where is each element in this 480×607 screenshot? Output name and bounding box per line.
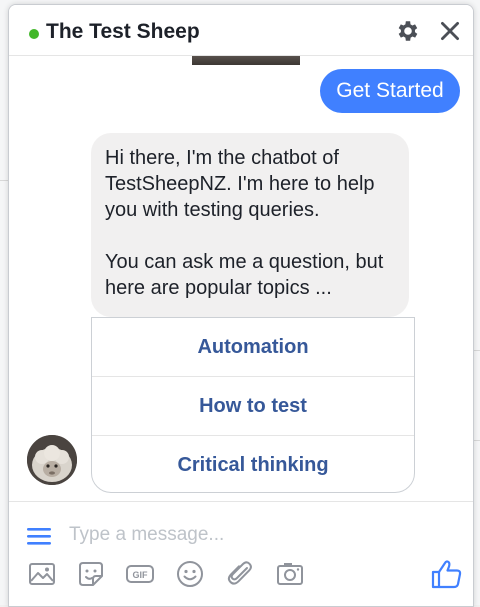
chat-window: The Test Sheep Get Started Hi there, I'm… (8, 4, 474, 607)
bot-message-bubble: Hi there, I'm the chatbot of TestSheepNZ… (91, 133, 409, 317)
attach-file-button[interactable] (225, 559, 255, 589)
send-photo-button[interactable] (27, 559, 57, 589)
message-list[interactable]: Get Started Hi there, I'm the chatbot of… (9, 55, 473, 501)
sticker-icon (79, 562, 103, 586)
camera-icon (277, 563, 303, 585)
quick-reply-list: Automation How to test Critical thinking (91, 317, 415, 493)
send-like-button[interactable] (430, 557, 464, 591)
quick-reply-automation[interactable]: Automation (92, 318, 414, 377)
send-gif-button[interactable]: GIF (125, 559, 155, 589)
chat-header[interactable]: The Test Sheep (9, 5, 473, 56)
camera-button[interactable] (275, 559, 305, 589)
background-divider (0, 180, 8, 181)
settings-button[interactable] (395, 18, 421, 44)
message-composer: GIF (9, 501, 473, 606)
photo-icon (29, 563, 55, 585)
gear-icon (398, 21, 418, 41)
shared-image-fragment (192, 55, 300, 65)
gif-icon: GIF (126, 565, 154, 583)
menu-button[interactable] (27, 526, 51, 546)
close-icon (441, 22, 459, 40)
bot-message-paragraph: You can ask me a question, but here are … (105, 251, 384, 299)
send-sticker-button[interactable] (76, 559, 106, 589)
online-status-dot (29, 29, 39, 39)
menu-icon (27, 528, 51, 545)
attachment-icon (227, 561, 252, 585)
emoji-button[interactable] (175, 559, 205, 589)
quick-reply-critical-thinking[interactable]: Critical thinking (92, 436, 414, 492)
user-message-bubble: Get Started (320, 69, 460, 113)
bot-message-paragraph: Hi there, I'm the chatbot of TestSheepNZ… (105, 147, 375, 221)
emoji-icon (177, 561, 203, 587)
thumbs-up-icon (431, 560, 462, 589)
gif-label: GIF (133, 570, 149, 580)
sheep-avatar-icon (27, 435, 77, 485)
quick-reply-how-to-test[interactable]: How to test (92, 377, 414, 436)
bot-avatar[interactable] (27, 435, 77, 485)
chat-title[interactable]: The Test Sheep (46, 20, 200, 44)
close-button[interactable] (437, 18, 463, 44)
message-input[interactable] (69, 519, 449, 551)
